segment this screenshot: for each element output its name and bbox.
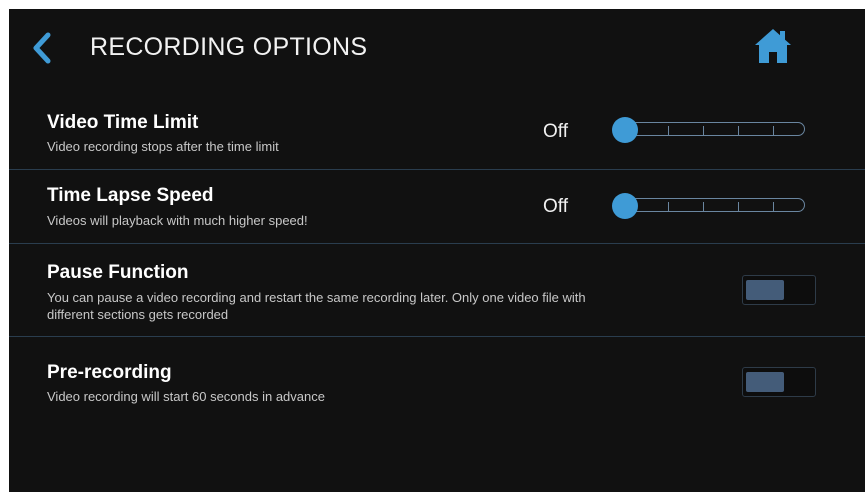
slider-tick <box>668 126 669 135</box>
pre-recording-toggle[interactable] <box>742 367 816 397</box>
back-button[interactable] <box>29 31 55 65</box>
slider-tick <box>738 202 739 211</box>
slider-track <box>626 122 805 136</box>
setting-row-pause-function: Pause Function You can pause a video rec… <box>9 244 865 337</box>
setting-title: Pre-recording <box>47 362 172 383</box>
slider-tick <box>738 126 739 135</box>
page-title: RECORDING OPTIONS <box>90 33 368 61</box>
slider-tick <box>668 202 669 211</box>
setting-row-pre-recording: Pre-recording Video recording will start… <box>9 337 865 417</box>
recording-options-screen: RECORDING OPTIONS Video Time Limit Video… <box>9 9 865 492</box>
home-icon <box>755 29 791 63</box>
slider-tick <box>773 202 774 211</box>
slider-tick <box>703 126 704 135</box>
setting-title: Video Time Limit <box>47 112 199 133</box>
setting-title: Pause Function <box>47 262 189 283</box>
toggle-thumb <box>746 280 784 300</box>
setting-row-video-time-limit: Video Time Limit Video recording stops a… <box>9 103 865 170</box>
slider-track <box>626 198 805 212</box>
setting-value: Off <box>543 196 568 217</box>
slider-knob[interactable] <box>612 117 638 143</box>
time-lapse-speed-slider[interactable] <box>612 193 805 219</box>
setting-row-time-lapse-speed: Time Lapse Speed Videos will playback wi… <box>9 170 865 244</box>
pause-function-toggle[interactable] <box>742 275 816 305</box>
slider-knob[interactable] <box>612 193 638 219</box>
toggle-thumb <box>746 372 784 392</box>
video-time-limit-slider[interactable] <box>612 117 805 143</box>
slider-tick <box>773 126 774 135</box>
setting-description: Video recording will start 60 seconds in… <box>47 389 325 404</box>
header-bar: RECORDING OPTIONS <box>9 9 865 87</box>
setting-description: You can pause a video recording and rest… <box>47 290 586 322</box>
setting-title: Time Lapse Speed <box>47 185 214 206</box>
home-button[interactable] <box>753 27 793 65</box>
slider-tick <box>703 202 704 211</box>
chevron-left-icon <box>33 32 51 64</box>
setting-value: Off <box>543 121 568 142</box>
